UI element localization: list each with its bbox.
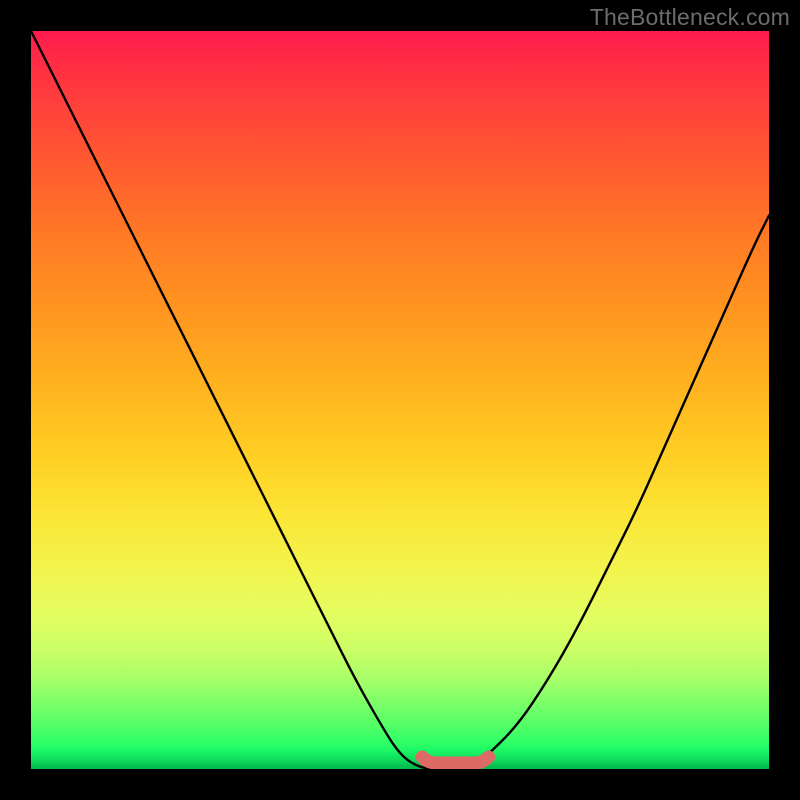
chart-frame: TheBottleneck.com	[0, 0, 800, 800]
watermark-text: TheBottleneck.com	[590, 4, 790, 31]
plot-area	[31, 31, 769, 769]
gradient-background	[31, 31, 769, 769]
